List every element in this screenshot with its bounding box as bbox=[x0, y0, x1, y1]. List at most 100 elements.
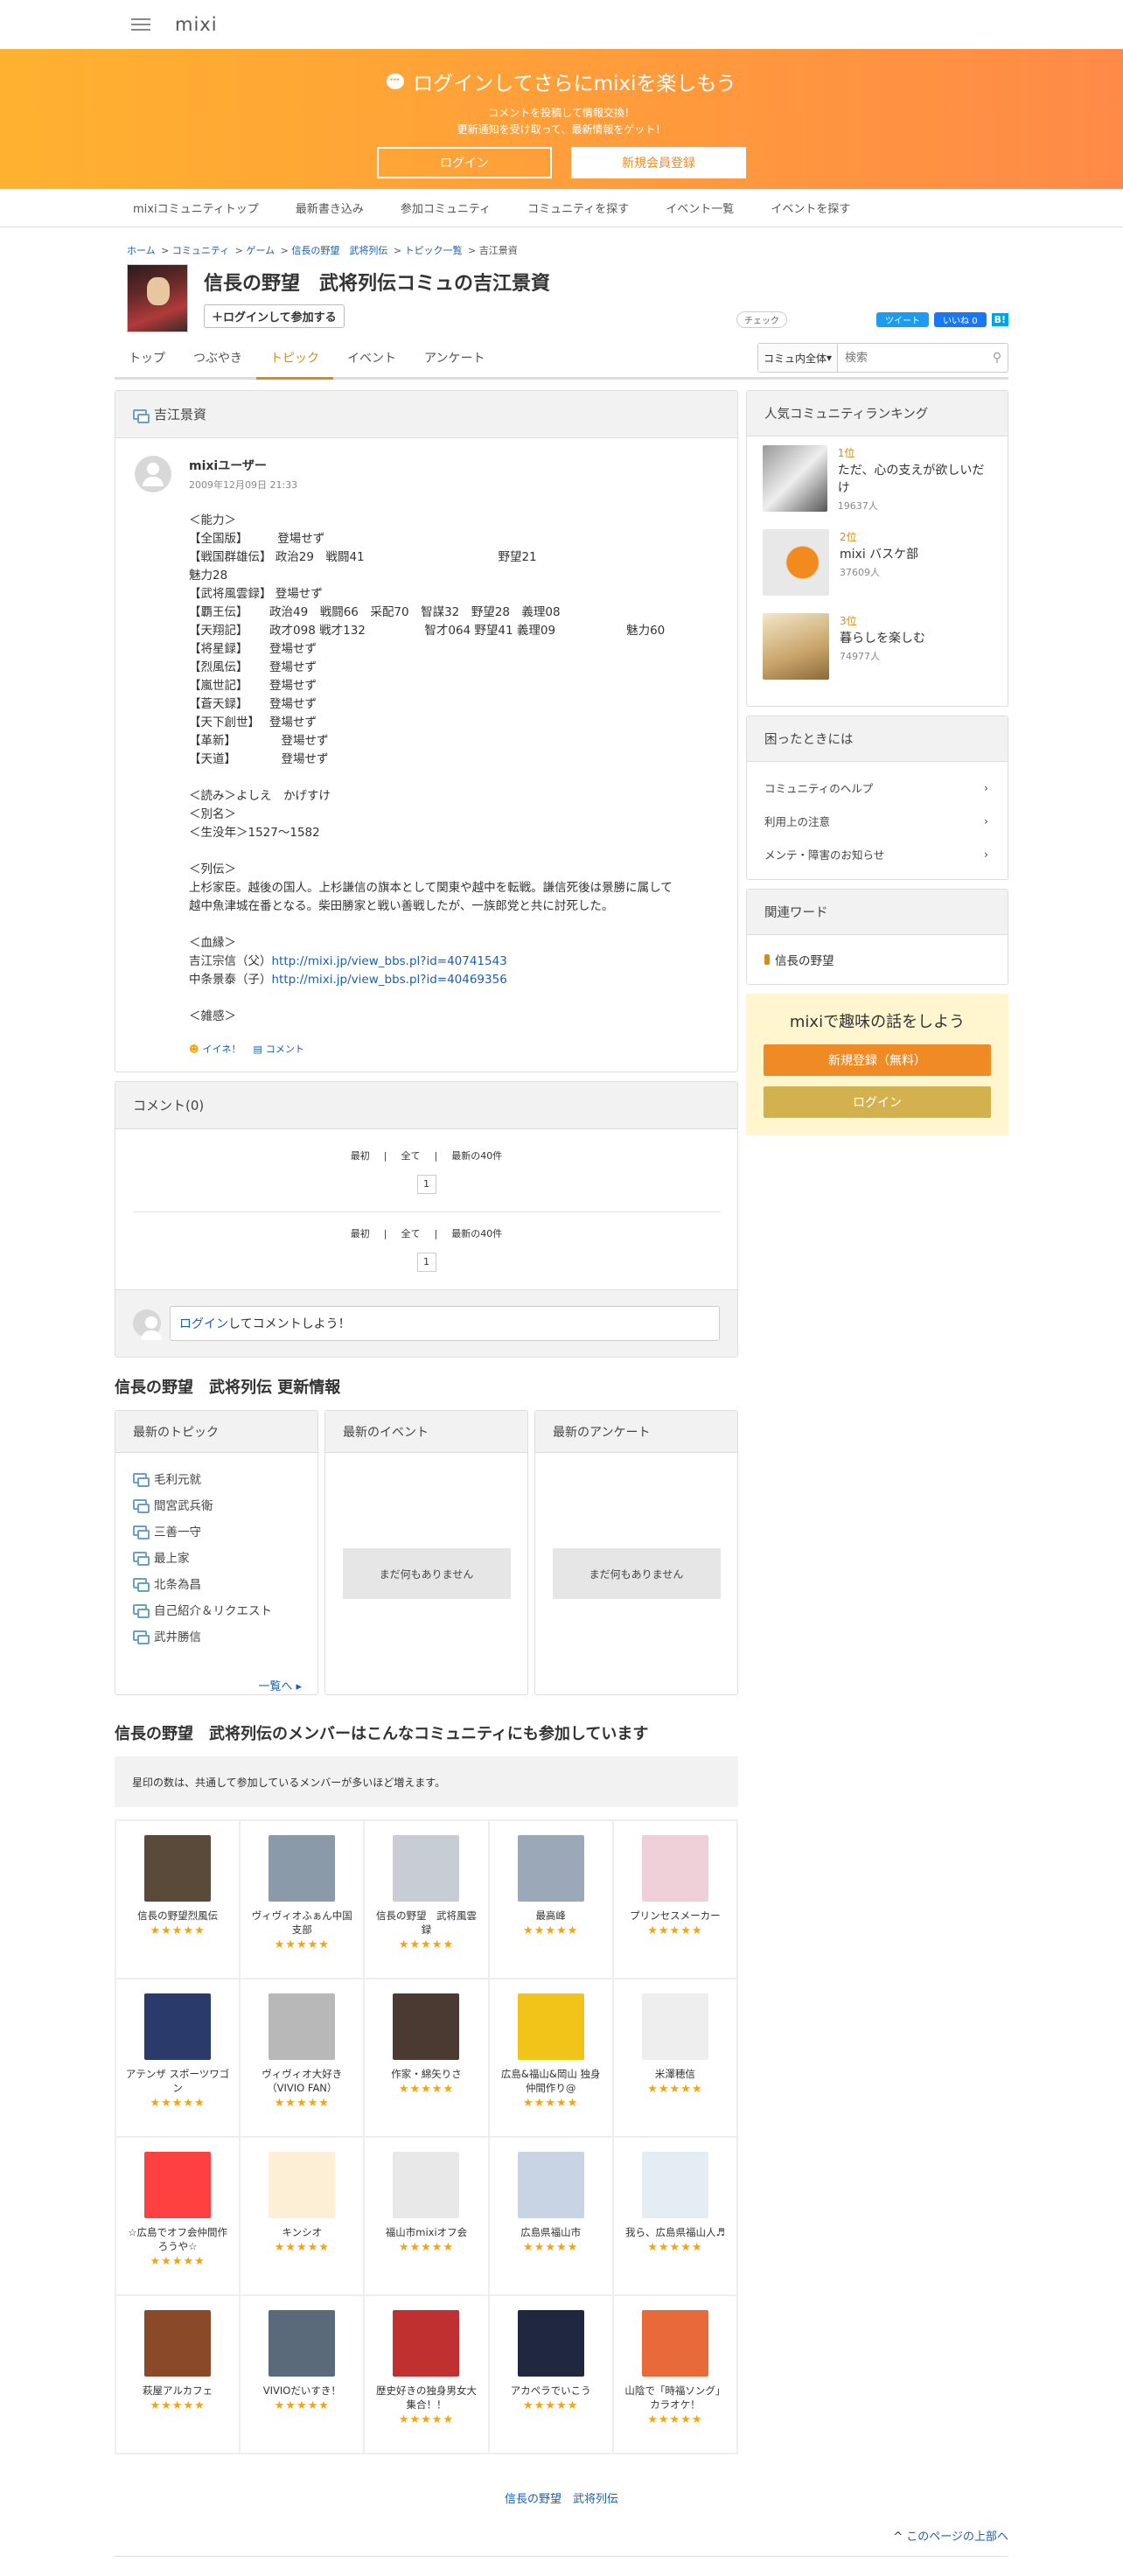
ranking-item[interactable]: 3位 暮らしを楽しむ 74977人 bbox=[763, 613, 992, 697]
avatar[interactable] bbox=[135, 456, 171, 492]
community-card[interactable]: 広島&福山&岡山 独身仲間作り@ ★★★★★ bbox=[488, 1979, 613, 2137]
topic-link[interactable]: 北条為昌 bbox=[133, 1570, 300, 1596]
share-buttons: チェック ツイート いいね 0 B! bbox=[736, 311, 1008, 328]
community-name: 我ら、広島県福山人♬ bbox=[624, 2226, 725, 2238]
pager-all[interactable]: 全て bbox=[401, 1150, 421, 1162]
community-card[interactable]: ヴィヴィオふぁん中国支部 ★★★★★ bbox=[240, 1820, 365, 1979]
help-link[interactable]: メンテ・障害のお知らせ › bbox=[747, 837, 1008, 870]
breadcrumb-link[interactable]: ホーム bbox=[127, 245, 156, 256]
pager-first[interactable]: 最初 bbox=[351, 1228, 370, 1239]
ranking-item[interactable]: 1位 ただ、心の支えが欲しいだけ 19637人 bbox=[763, 445, 992, 529]
tab-top[interactable]: トップ bbox=[115, 349, 179, 377]
community-card[interactable]: ヴィヴィオ大好き（VIVIO FAN） ★★★★★ bbox=[240, 1979, 365, 2137]
subnav-item[interactable]: mixiコミュニティトップ bbox=[133, 199, 259, 216]
community-image bbox=[641, 1993, 708, 2060]
community-image bbox=[517, 1835, 584, 1902]
banner-register-button[interactable]: 新規会員登録 bbox=[571, 147, 746, 178]
community-card[interactable]: キンシオ ★★★★★ bbox=[240, 2137, 365, 2295]
pager-first[interactable]: 最初 bbox=[351, 1150, 370, 1162]
page-number[interactable]: 1 bbox=[416, 1253, 436, 1272]
comments-panel: コメント(0) 最初 | 全て | 最新の40件 1 最初 | 全て | 最新の40件 1 ログ… bbox=[115, 1081, 738, 1358]
like-button[interactable]: ☻ イイネ！ bbox=[189, 1042, 241, 1056]
hatena-bookmark-button[interactable]: B! bbox=[991, 313, 1008, 326]
community-card[interactable]: 福山市mixiオフ会 ★★★★★ bbox=[364, 2137, 489, 2295]
empty-message: まだ何もありません bbox=[342, 1548, 511, 1599]
main-column: 吉江景資 mixiユーザー 2009年12月09日 21:33 ＜能力＞ 【全国… bbox=[115, 390, 738, 2454]
topic-link[interactable]: 最上家 bbox=[133, 1544, 300, 1570]
star-rating: ★★★★★ bbox=[523, 2097, 579, 2110]
blood-link-father[interactable]: http://mixi.jp/view_bbs.pl?id=40741543 bbox=[272, 954, 507, 968]
search-input[interactable] bbox=[838, 344, 987, 372]
page-number[interactable]: 1 bbox=[416, 1175, 436, 1194]
community-card[interactable]: 我ら、広島県福山人♬ ★★★★★ bbox=[612, 2137, 737, 2295]
help-link[interactable]: 利用上の注意 › bbox=[747, 804, 1008, 837]
topic-link[interactable]: 自己紹介＆リクエスト bbox=[133, 1596, 300, 1623]
ranking-image bbox=[763, 445, 827, 512]
topic-link[interactable]: 間宮武兵衛 bbox=[133, 1491, 300, 1518]
subnav-item[interactable]: 最新書き込み bbox=[296, 199, 364, 216]
tab-tweets[interactable]: つぶやき bbox=[179, 349, 256, 377]
community-name: 広島県福山市 bbox=[520, 2226, 582, 2238]
community-card[interactable]: 広島県福山市 ★★★★★ bbox=[488, 2137, 613, 2295]
keyword-link[interactable]: 信長の野望 bbox=[747, 935, 1008, 984]
community-image bbox=[269, 2310, 336, 2377]
subnav-item[interactable]: 参加コミュニティ bbox=[401, 199, 491, 216]
check-button[interactable]: チェック bbox=[736, 311, 788, 328]
blood-link-son[interactable]: http://mixi.jp/view_bbs.pl?id=40469356 bbox=[272, 973, 507, 987]
topic-link[interactable]: 毛利元就 bbox=[133, 1465, 300, 1491]
more-topics-link[interactable]: 一覧へ ▸ bbox=[115, 1677, 317, 1693]
tab-events[interactable]: イベント bbox=[333, 349, 410, 377]
promo-register-button[interactable]: 新規登録（無料） bbox=[764, 1044, 991, 1076]
comment-login-link[interactable]: ログイン bbox=[179, 1315, 228, 1332]
pager-all[interactable]: 全て bbox=[401, 1228, 421, 1239]
promo-login-button[interactable]: ログイン bbox=[764, 1086, 991, 1118]
topic-link[interactable]: 三善一守 bbox=[133, 1518, 300, 1544]
community-card[interactable]: アテンザ スポーツワゴン ★★★★★ bbox=[115, 1979, 241, 2137]
community-card[interactable]: 米澤穂信 ★★★★★ bbox=[612, 1979, 737, 2137]
search-scope-select[interactable]: コミュ内全体 ▾ bbox=[757, 344, 838, 372]
tweet-button[interactable]: ツイート bbox=[876, 312, 930, 327]
community-thumbnail[interactable] bbox=[127, 264, 188, 332]
community-card[interactable]: 萩屋アルカフェ ★★★★★ bbox=[115, 2295, 241, 2454]
page-top-link[interactable]: このページの上部へ bbox=[906, 2531, 1008, 2544]
community-card[interactable]: 作家・綿矢りさ ★★★★★ bbox=[364, 1979, 489, 2137]
community-card[interactable]: 歴史好きの独身男女大集合！！ ★★★★★ bbox=[364, 2295, 489, 2454]
help-link[interactable]: コミュニティのヘルプ › bbox=[747, 771, 1008, 804]
sidebar: 人気コミュニティランキング 1位 ただ、心の支えが欲しいだけ 19637人 2位 mi… bbox=[746, 390, 1008, 2454]
breadcrumb-link[interactable]: 信長の野望 武将列伝 bbox=[291, 245, 387, 256]
pager-bottom: 最初 | 全て | 最新の40件 1 bbox=[115, 1212, 737, 1289]
search-icon[interactable]: ⚲ bbox=[987, 344, 1008, 372]
community-card[interactable]: プリンセスメーカー ★★★★★ bbox=[612, 1820, 737, 1979]
subnav-item[interactable]: イベントを探す bbox=[771, 199, 850, 216]
community-card[interactable]: 山陰で「時福ソング」カラオケ！ ★★★★★ bbox=[612, 2295, 737, 2454]
community-card[interactable]: 信長の野望烈風伝 ★★★★★ bbox=[115, 1820, 241, 1979]
facebook-like-button[interactable]: いいね 0 bbox=[934, 312, 987, 327]
community-card[interactable]: アカペラでいこう ★★★★★ bbox=[488, 2295, 613, 2454]
subnav-item[interactable]: イベント一覧 bbox=[666, 199, 734, 216]
breadcrumb-link[interactable]: コミュニティ bbox=[172, 245, 229, 256]
star-rating: ★★★★★ bbox=[398, 2413, 455, 2426]
avatar bbox=[133, 1309, 162, 1340]
breadcrumb-link[interactable]: トピック一覧 bbox=[405, 245, 463, 256]
tab-topics[interactable]: トピック bbox=[256, 349, 333, 380]
menu-icon[interactable] bbox=[131, 18, 150, 31]
tab-surveys[interactable]: アンケート bbox=[410, 349, 499, 377]
footer-community-link[interactable]: 信長の野望 武将列伝 bbox=[505, 2493, 618, 2506]
comment-button[interactable]: ▤ コメント bbox=[253, 1042, 303, 1056]
login-banner: ログインしてさらにmixiを楽しもう コメントを投稿して情報交換！ 更新通知を受… bbox=[0, 49, 1123, 189]
ranking-item[interactable]: 2位 mixi バスケ部 37609人 bbox=[763, 529, 992, 613]
author-name[interactable]: mixiユーザー bbox=[189, 457, 297, 474]
pager-latest[interactable]: 最新の40件 bbox=[451, 1150, 502, 1162]
community-card[interactable]: 信長の野望 武将風雲録 ★★★★★ bbox=[364, 1820, 489, 1979]
pager-latest[interactable]: 最新の40件 bbox=[451, 1228, 502, 1239]
breadcrumb-link[interactable]: ゲーム bbox=[246, 245, 275, 256]
community-card[interactable]: VIVIOだいすき！ ★★★★★ bbox=[240, 2295, 365, 2454]
comment-input[interactable]: ログイン してコメントしよう！ bbox=[170, 1306, 720, 1341]
join-community-button[interactable]: ＋ログインして参加する bbox=[204, 304, 345, 328]
mixi-logo[interactable]: mixi bbox=[175, 14, 218, 35]
community-card[interactable]: 最高峰 ★★★★★ bbox=[488, 1820, 613, 1979]
banner-login-button[interactable]: ログイン bbox=[377, 147, 552, 178]
topic-link[interactable]: 武井勝信 bbox=[133, 1623, 300, 1649]
subnav-item[interactable]: コミュニティを探す bbox=[527, 199, 629, 216]
community-card[interactable]: ☆広島でオフ会仲間作ろうや☆ ★★★★★ bbox=[115, 2137, 241, 2295]
